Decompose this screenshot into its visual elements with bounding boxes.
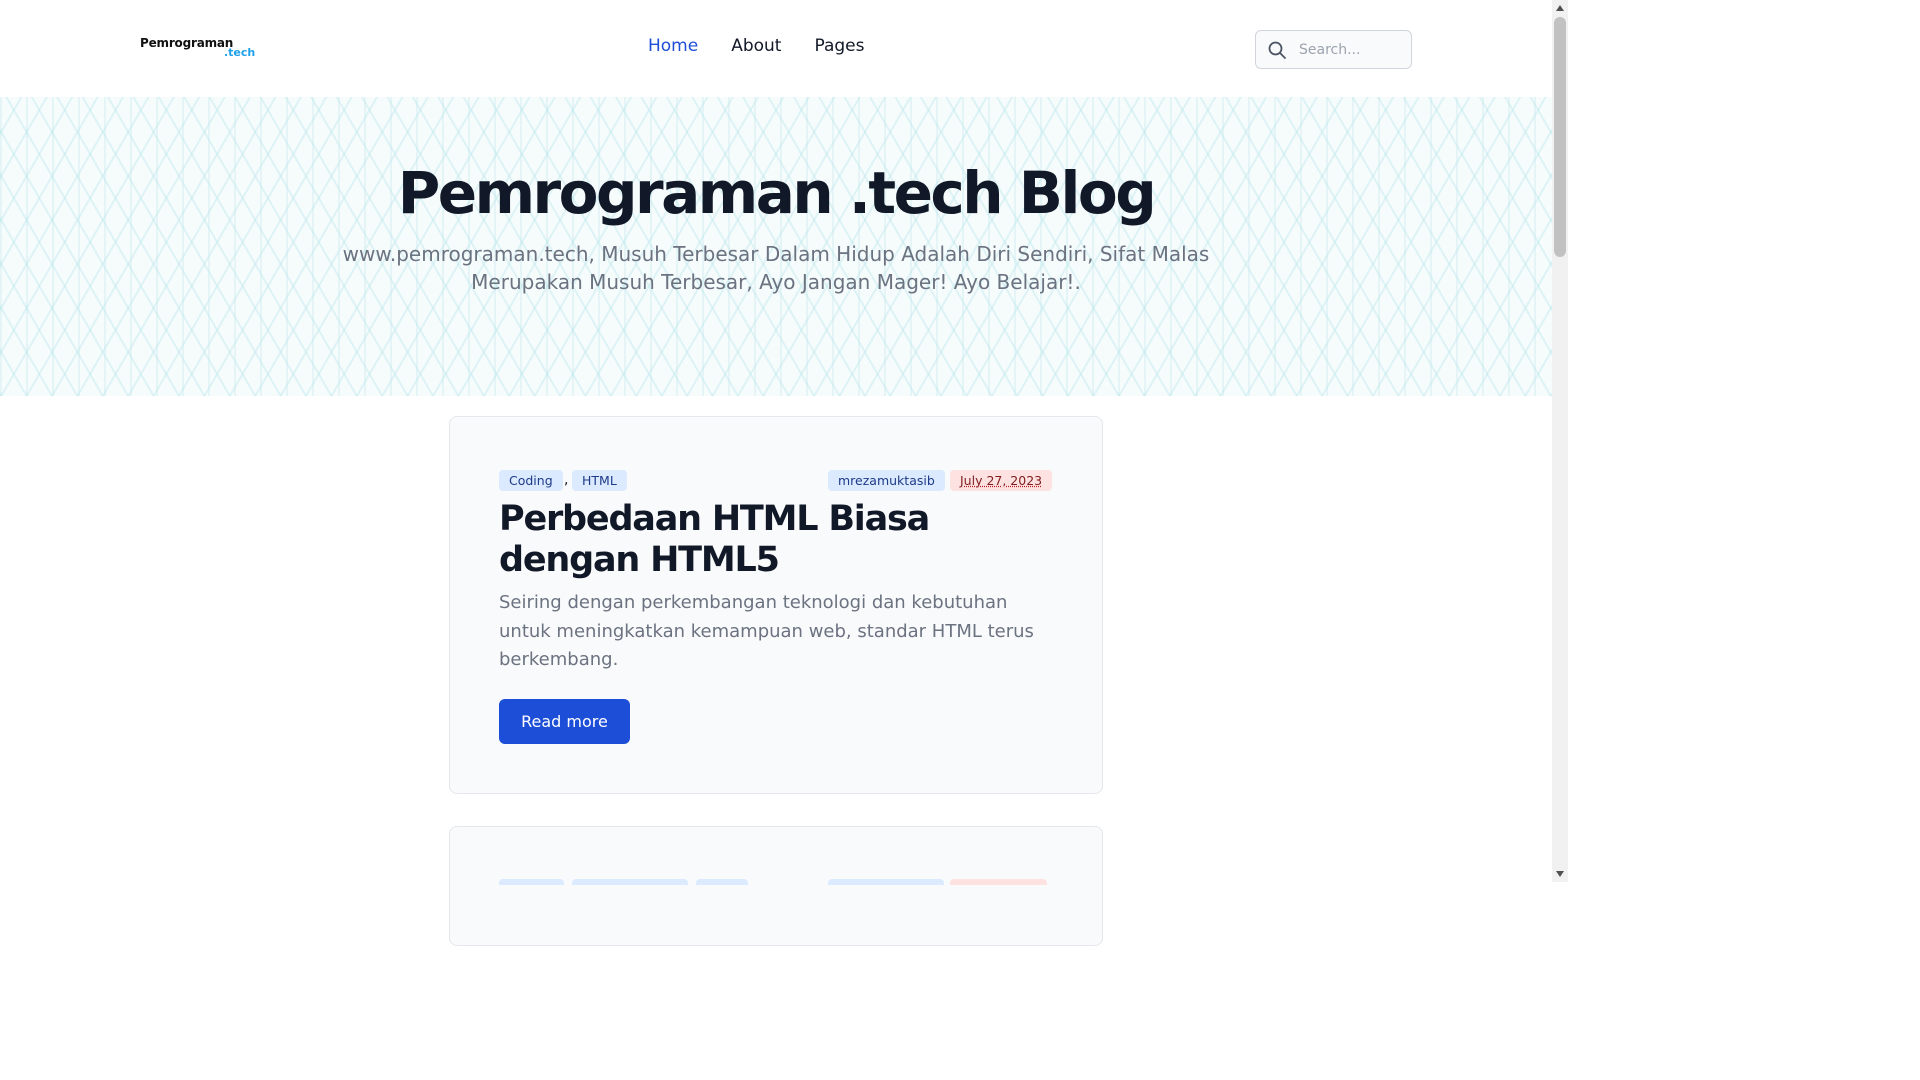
post-card: Coding , HTML mrezamuktasib July 27, 202… [449,416,1103,794]
post-date: July 27, 2023 [950,470,1053,491]
nav-about-link[interactable]: About [731,36,781,56]
category-tag[interactable] [572,879,688,885]
site-logo[interactable]: Pemrograman .tech [140,36,256,62]
category-tag-coding[interactable]: Coding [499,470,563,491]
nav-home-link[interactable]: Home [648,36,698,56]
hero-banner: Pemrograman .tech Blog www.pemrograman.t… [0,97,1552,396]
read-more-button[interactable]: Read more [499,699,630,744]
scrollbar-thumb[interactable] [1554,17,1566,257]
author-tag[interactable]: mrezamuktasib [828,470,945,491]
author-tag[interactable] [828,879,944,885]
category-tag[interactable] [696,879,748,885]
search-icon[interactable] [1267,40,1287,60]
page-subtitle: www.pemrograman.tech, Musuh Terbesar Dal… [342,242,1210,294]
post-title[interactable]: Perbedaan HTML Biasa dengan HTML5 [499,499,1059,581]
main-nav: Home About Pages [648,36,864,56]
scroll-up-arrow-icon[interactable] [1552,0,1568,16]
logo-name: Pemrograman [140,36,234,50]
site-header: Pemrograman .tech Home About Pages [0,0,1552,97]
category-separator: , [564,472,569,488]
category-tag-html[interactable]: HTML [572,470,627,491]
nav-pages-link[interactable]: Pages [814,36,864,56]
post-card [449,826,1103,946]
scroll-down-arrow-icon[interactable] [1552,866,1568,882]
post-excerpt: Seiring dengan perkembangan teknologi da… [499,592,1034,670]
search-box [1255,30,1412,69]
search-input[interactable] [1297,40,1397,59]
logo-suffix: .tech [224,46,256,59]
post-date [950,879,1047,885]
page-title: Pemrograman .tech Blog [397,159,1157,227]
category-tag[interactable] [499,879,564,885]
page-scrollbar[interactable] [1552,0,1568,882]
